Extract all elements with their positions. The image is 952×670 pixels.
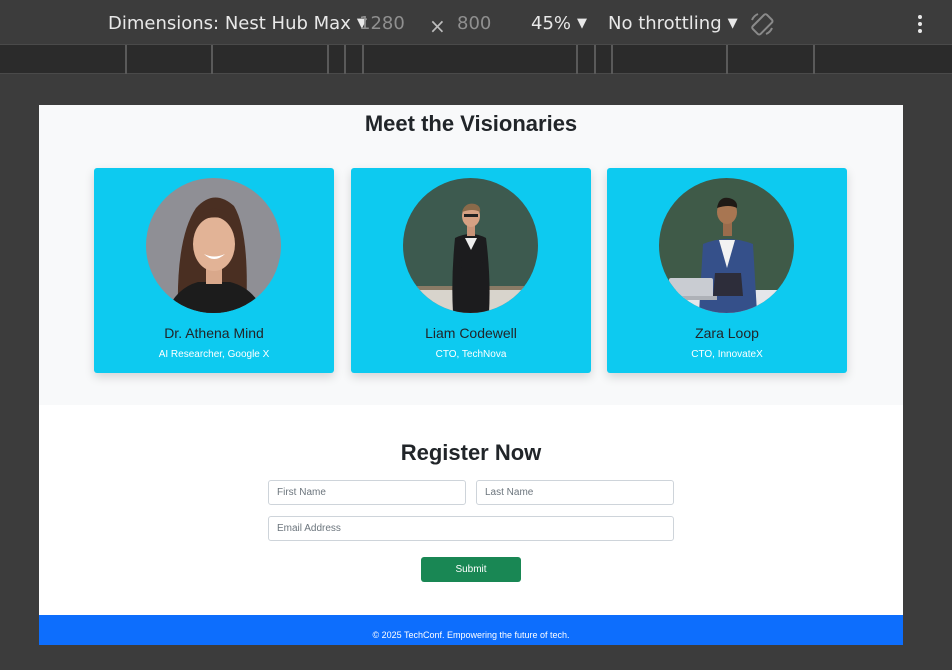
caret-down-icon: ▼	[577, 16, 588, 31]
speaker-photo	[146, 178, 281, 313]
speaker-card: Zara Loop CTO, InnovateX	[607, 168, 847, 373]
width-field[interactable]: 1280	[359, 12, 405, 36]
mq-marker	[344, 45, 346, 74]
mq-marker	[125, 45, 127, 74]
speaker-role: CTO, InnovateX	[691, 349, 763, 360]
times-icon: ×	[429, 14, 446, 38]
dimensions-label: Dimensions: Nest Hub Max	[108, 13, 351, 34]
mq-marker	[327, 45, 329, 74]
speakers-title: Meet the Visionaries	[364, 111, 578, 136]
speaker-card: Liam Codewell CTO, TechNova	[351, 168, 591, 373]
speakers-section: Meet the Visionaries Dr. Athena Mind AI …	[39, 105, 903, 405]
speaker-role: CTO, TechNova	[435, 349, 507, 360]
register-title: Register Now	[400, 440, 542, 465]
zoom-label: 45%	[531, 13, 572, 34]
last-name-input[interactable]	[476, 480, 674, 505]
page-footer: © 2025 TechConf. Empowering the future o…	[39, 615, 903, 645]
speaker-name: Dr. Athena Mind	[164, 325, 264, 341]
submit-button[interactable]: Submit	[421, 557, 521, 582]
speaker-name: Zara Loop	[695, 325, 759, 341]
rotate-icon[interactable]	[748, 10, 776, 38]
mq-marker	[813, 45, 815, 74]
speaker-name: Liam Codewell	[425, 325, 517, 341]
device-toolbar: Dimensions: Nest Hub Max ▼ 1280 × 800 45%…	[0, 0, 952, 44]
height-field[interactable]: 800	[457, 12, 491, 36]
mq-marker	[211, 45, 213, 74]
footer-text: © 2025 TechConf. Empowering the future o…	[372, 630, 570, 640]
mq-marker	[726, 45, 728, 74]
device-viewport: Meet the Visionaries Dr. Athena Mind AI …	[39, 105, 903, 645]
throttling-label: No throttling	[608, 13, 722, 34]
mq-marker	[594, 45, 596, 74]
mq-marker	[576, 45, 578, 74]
more-options-icon[interactable]	[910, 13, 930, 35]
speaker-card: Dr. Athena Mind AI Researcher, Google X	[94, 168, 334, 373]
media-query-bar[interactable]	[0, 44, 952, 74]
speaker-photo	[659, 178, 794, 313]
throttling-dropdown[interactable]: No throttling ▼	[608, 12, 738, 36]
email-input[interactable]	[268, 516, 674, 541]
zoom-dropdown[interactable]: 45% ▼	[531, 12, 587, 36]
first-name-input[interactable]	[268, 480, 466, 505]
speaker-role: AI Researcher, Google X	[158, 349, 270, 360]
woman-portrait-icon	[146, 178, 281, 313]
mq-marker	[611, 45, 613, 74]
speaker-photo	[403, 178, 538, 313]
man-portrait-icon	[659, 178, 794, 313]
man-portrait-icon	[403, 178, 538, 313]
mq-marker	[362, 45, 364, 74]
caret-down-icon: ▼	[727, 16, 738, 31]
dimensions-dropdown[interactable]: Dimensions: Nest Hub Max ▼	[108, 12, 367, 36]
